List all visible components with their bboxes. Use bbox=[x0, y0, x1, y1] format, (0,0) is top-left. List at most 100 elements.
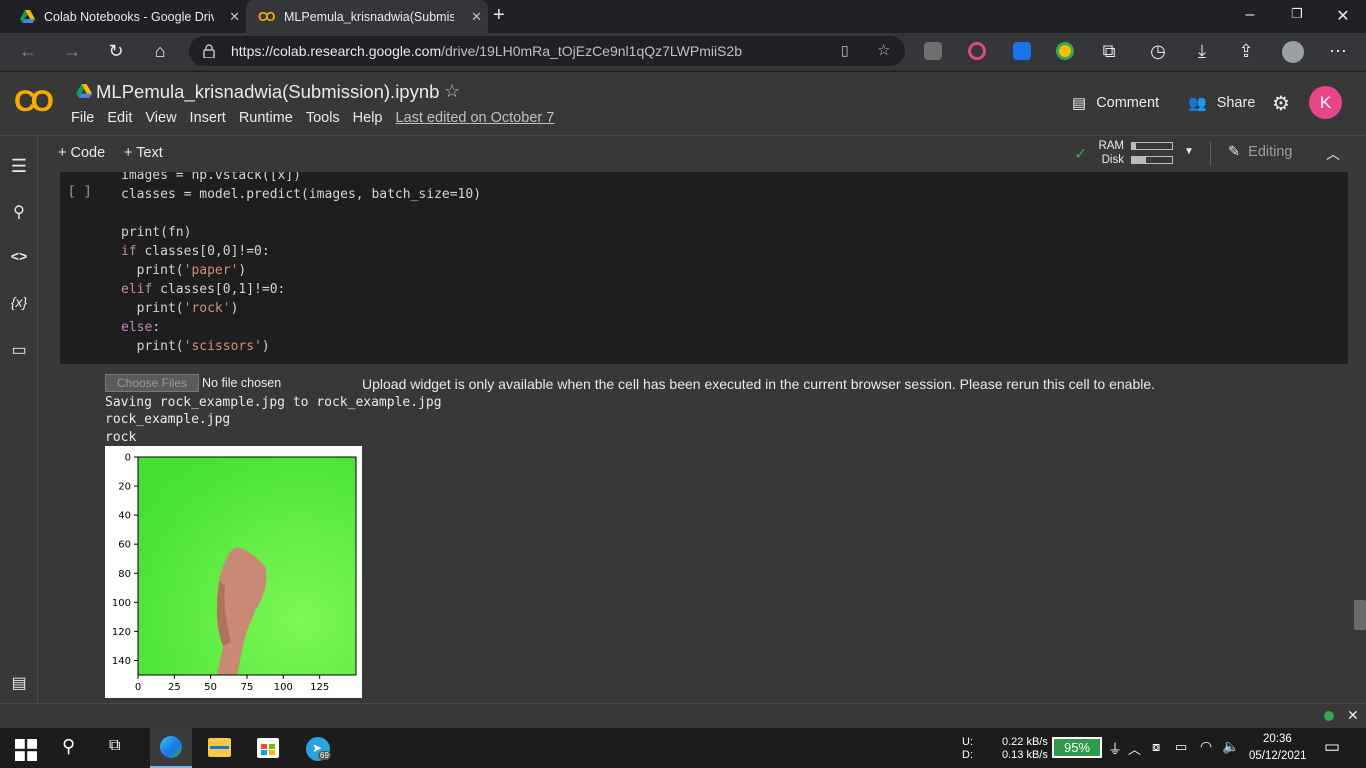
y-tick-label: 140 bbox=[112, 656, 131, 667]
search-icon[interactable]: ⚲ bbox=[8, 202, 30, 222]
battery-indicator[interactable]: 95% bbox=[1052, 737, 1102, 758]
comment-icon: ▤ bbox=[1072, 95, 1087, 112]
tab-google-drive[interactable]: Colab Notebooks - Google Drive ✕ bbox=[0, 0, 246, 33]
code-line: classes = model.predict(images, batch_si… bbox=[121, 187, 482, 202]
extension-icon[interactable] bbox=[1013, 42, 1031, 60]
table-of-contents-icon[interactable]: ☰ bbox=[8, 156, 30, 177]
back-arrow-icon[interactable]: ← bbox=[16, 41, 40, 61]
star-icon[interactable]: ☆ bbox=[444, 81, 460, 102]
extensions-puzzle-icon[interactable]: ⧉ bbox=[1097, 41, 1121, 61]
scrollbar-thumb[interactable] bbox=[1354, 600, 1366, 630]
people-icon: 👥 bbox=[1188, 95, 1207, 112]
menu-tools[interactable]: Tools bbox=[306, 110, 340, 126]
menu-view[interactable]: View bbox=[145, 110, 176, 126]
code-cell[interactable]: [ ] images = np.vstack([x]) classes = mod… bbox=[60, 172, 1348, 364]
home-icon[interactable]: ⌂ bbox=[148, 41, 172, 61]
telegram-icon[interactable]: ➤ 69 bbox=[306, 737, 331, 761]
editing-mode-button[interactable]: ✎ Editing bbox=[1228, 144, 1293, 160]
menu-insert[interactable]: Insert bbox=[190, 110, 226, 126]
share-icon[interactable]: ⇪ bbox=[1234, 41, 1258, 61]
code-line: print('scissors') bbox=[121, 339, 270, 354]
search-icon[interactable]: ⚲ bbox=[62, 736, 84, 758]
battery-icon[interactable]: ▭ bbox=[1175, 739, 1187, 755]
y-axis-ticks: 0 20 40 60 80 100 120 140 bbox=[112, 453, 138, 667]
windows-start-icon[interactable] bbox=[15, 739, 37, 761]
menu-help[interactable]: Help bbox=[353, 110, 383, 126]
left-sidebar: ☰ ⚲ <> {x} ▭ ▤ bbox=[0, 136, 38, 703]
clock-date[interactable]: 05/12/2021 bbox=[1249, 750, 1307, 762]
chrome-extension-icon[interactable] bbox=[1056, 42, 1074, 60]
google-drive-icon[interactable] bbox=[76, 84, 92, 98]
comment-button[interactable]: ▤ Comment bbox=[1072, 94, 1159, 112]
close-tab-icon[interactable]: ✕ bbox=[229, 9, 240, 25]
status-bar: ✕ bbox=[0, 703, 1366, 728]
download-icon[interactable]: ⤓ bbox=[1190, 41, 1214, 61]
runtime-dropdown-icon[interactable]: ▼ bbox=[1184, 146, 1194, 157]
more-menu-icon[interactable]: ⋯ bbox=[1326, 41, 1350, 61]
url-text: https://colab.research.google.com/drive/… bbox=[231, 43, 742, 59]
code-line: print(fn) bbox=[121, 225, 192, 240]
net-up-speed: 0.22 kB/s bbox=[1002, 736, 1048, 748]
reader-mode-icon[interactable]: ▯ bbox=[841, 42, 849, 59]
code-snippets-icon[interactable]: <> bbox=[8, 248, 30, 264]
file-explorer-icon[interactable] bbox=[208, 738, 231, 757]
output-line: rock_example.jpg bbox=[105, 412, 231, 427]
add-code-button[interactable]: + Code bbox=[58, 145, 105, 161]
tab-colab-notebook[interactable]: CO MLPemula_krisnadwia(Submission) ✕ bbox=[246, 0, 488, 33]
choose-files-button[interactable]: Choose Files bbox=[105, 374, 199, 392]
forward-arrow-icon[interactable]: → bbox=[60, 41, 84, 61]
avatar[interactable]: K bbox=[1309, 86, 1342, 119]
menu-file[interactable]: File bbox=[71, 110, 94, 126]
variables-icon[interactable]: {x} bbox=[8, 294, 30, 310]
notebook-title[interactable]: MLPemula_krisnadwia(Submission).ipynb bbox=[96, 81, 439, 103]
net-up-label: U: bbox=[962, 736, 973, 748]
taskbar-edge-button[interactable] bbox=[150, 728, 192, 768]
new-tab-button[interactable]: + bbox=[493, 4, 505, 27]
x-axis-ticks: 0 25 50 75 100 125 bbox=[135, 675, 329, 693]
output-line: rock bbox=[105, 430, 137, 445]
menu-runtime[interactable]: Runtime bbox=[239, 110, 293, 126]
x-tick-label: 0 bbox=[135, 682, 141, 693]
resource-labels[interactable]: RAM Disk bbox=[1096, 139, 1124, 167]
store-icon[interactable] bbox=[257, 738, 279, 758]
restore-button[interactable]: ❐ bbox=[1285, 6, 1309, 22]
reload-icon[interactable]: ↻ bbox=[104, 41, 128, 61]
power-plug-icon[interactable]: ⏚ bbox=[1108, 739, 1122, 759]
profile-avatar-icon[interactable] bbox=[1282, 41, 1304, 63]
instagram-extension-icon[interactable] bbox=[968, 42, 986, 60]
notifications-icon[interactable]: ▭ bbox=[1324, 737, 1340, 757]
add-text-button[interactable]: + Text bbox=[124, 145, 163, 161]
minimize-button[interactable]: – bbox=[1238, 6, 1262, 24]
browser-toolbar: ← → ↻ ⌂ https://colab.research.google.co… bbox=[0, 33, 1366, 71]
share-label: Share bbox=[1216, 95, 1256, 111]
volume-icon[interactable]: 🔈 bbox=[1222, 738, 1239, 755]
show-hidden-icons[interactable]: ︿ bbox=[1128, 739, 1141, 758]
history-icon[interactable]: ◷ bbox=[1146, 41, 1170, 61]
favorite-star-icon[interactable]: ☆ bbox=[877, 41, 890, 59]
collapse-header-icon[interactable]: ︿ bbox=[1326, 144, 1340, 164]
files-folder-icon[interactable]: ▭ bbox=[8, 340, 30, 360]
run-cell-indicator[interactable]: [ ] bbox=[68, 184, 91, 199]
share-button[interactable]: 👥 Share bbox=[1188, 94, 1255, 112]
y-tick-label: 80 bbox=[118, 569, 131, 580]
clock-time[interactable]: 20:36 bbox=[1263, 733, 1292, 745]
address-bar[interactable]: https://colab.research.google.com/drive/… bbox=[189, 36, 905, 66]
y-tick-label: 120 bbox=[112, 627, 131, 638]
colab-logo[interactable]: CO bbox=[14, 85, 54, 119]
ram-label: RAM bbox=[1098, 140, 1124, 152]
close-window-button[interactable]: ✕ bbox=[1331, 6, 1355, 26]
y-tick-label: 40 bbox=[118, 511, 131, 522]
code-editor[interactable]: images = np.vstack([x]) classes = model.p… bbox=[121, 172, 481, 356]
line-extension-icon[interactable] bbox=[924, 42, 942, 60]
comment-label: Comment bbox=[1096, 95, 1160, 111]
settings-gear-icon[interactable]: ⚙ bbox=[1272, 91, 1290, 116]
last-edited-link[interactable]: Last edited on October 7 bbox=[396, 110, 555, 126]
terminal-icon[interactable]: ▤ bbox=[8, 673, 30, 693]
x-tick-label: 75 bbox=[241, 682, 254, 693]
task-view-icon[interactable]: ⧉ bbox=[109, 737, 131, 759]
wifi-icon[interactable]: ◠ bbox=[1200, 738, 1212, 755]
close-status-icon[interactable]: ✕ bbox=[1347, 707, 1359, 724]
close-tab-icon[interactable]: ✕ bbox=[471, 9, 482, 25]
menu-edit[interactable]: Edit bbox=[107, 110, 132, 126]
device-icon[interactable]: ⧇ bbox=[1152, 739, 1160, 755]
